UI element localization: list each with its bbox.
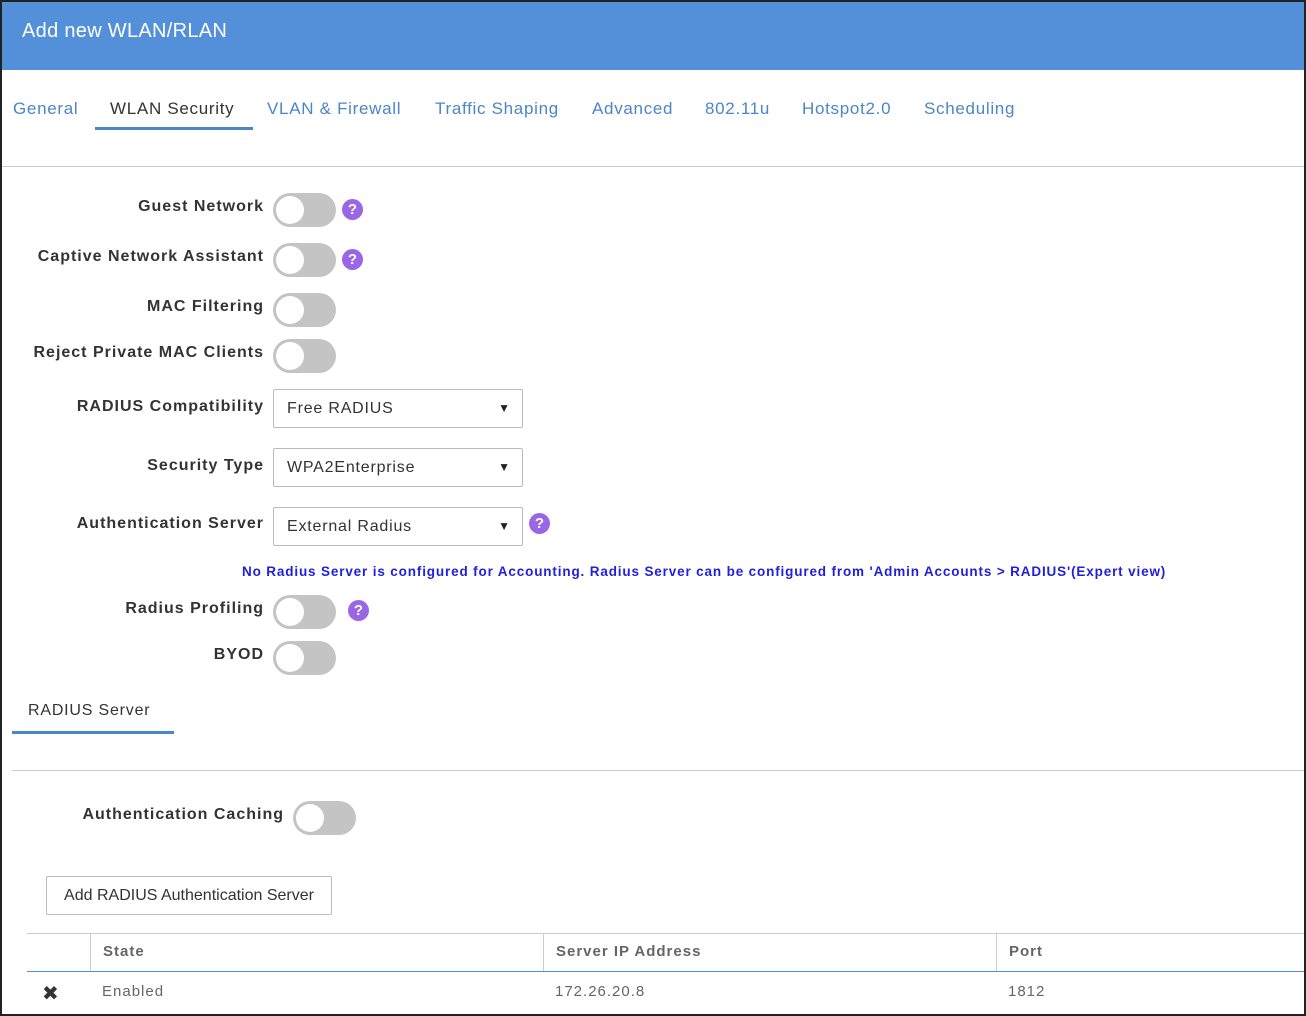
active-tab-indicator [95, 127, 253, 130]
dialog-title: Add new WLAN/RLAN [22, 20, 228, 42]
accounting-notice: No Radius Server is configured for Accou… [242, 564, 1167, 579]
tab-802-11u[interactable]: 802.11u [705, 99, 770, 119]
column-header-server-ip[interactable]: Server IP Address [556, 943, 701, 960]
guest-network-toggle[interactable] [273, 193, 336, 227]
column-separator [543, 933, 544, 971]
tab-vlan-firewall[interactable]: VLAN & Firewall [267, 99, 401, 119]
tab-traffic-shaping[interactable]: Traffic Shaping [435, 99, 559, 119]
section-divider [12, 770, 1304, 771]
radius-compatibility-label: RADIUS Compatibility [76, 398, 264, 415]
column-separator [996, 933, 997, 971]
authentication-caching-toggle[interactable] [293, 801, 356, 835]
row-server-ip: 172.26.20.8 [555, 983, 646, 1000]
byod-label: BYOD [213, 646, 264, 663]
question-circle-icon[interactable]: ? [342, 249, 363, 270]
tab-bar: General WLAN Security VLAN & Firewall Tr… [2, 70, 1304, 167]
authentication-server-select[interactable]: External Radius ▼ [273, 507, 523, 546]
radius-compatibility-select[interactable]: Free RADIUS ▼ [273, 389, 523, 428]
toggle-knob [276, 644, 304, 672]
caret-down-icon: ▼ [498, 401, 510, 415]
security-type-value: WPA2Enterprise [287, 459, 416, 476]
caret-down-icon: ▼ [498, 460, 510, 474]
radius-profiling-label: Radius Profiling [125, 600, 264, 617]
toggle-knob [276, 342, 304, 370]
authentication-server-value: External Radius [287, 518, 412, 535]
mac-filtering-label: MAC Filtering [147, 298, 264, 315]
toggle-knob [276, 296, 304, 324]
tab-scheduling[interactable]: Scheduling [924, 99, 1015, 119]
dialog-header: Add new WLAN/RLAN [2, 2, 1304, 70]
radius-profiling-toggle[interactable] [273, 595, 336, 629]
guest-network-label: Guest Network [138, 198, 264, 215]
question-circle-icon[interactable]: ? [348, 600, 369, 621]
reject-private-mac-label: Reject Private MAC Clients [33, 344, 264, 361]
add-radius-server-button[interactable]: Add RADIUS Authentication Server [46, 876, 332, 915]
captive-network-assistant-label: Captive Network Assistant [37, 248, 264, 265]
column-header-state[interactable]: State [103, 943, 145, 960]
caret-down-icon: ▼ [498, 519, 510, 533]
toggle-knob [276, 598, 304, 626]
byod-toggle[interactable] [273, 641, 336, 675]
reject-private-mac-toggle[interactable] [273, 339, 336, 373]
toggle-knob [276, 246, 304, 274]
tab-advanced[interactable]: Advanced [592, 99, 673, 119]
captive-network-assistant-toggle[interactable] [273, 243, 336, 277]
mac-filtering-toggle[interactable] [273, 293, 336, 327]
toggle-knob [296, 804, 324, 832]
active-subtab-indicator [12, 731, 174, 734]
tab-wlan-security[interactable]: WLAN Security [110, 99, 234, 119]
table-header-border [27, 971, 1304, 972]
tab-hotspot2[interactable]: Hotspot2.0 [802, 99, 891, 119]
security-type-select[interactable]: WPA2Enterprise ▼ [273, 448, 523, 487]
row-port: 1812 [1008, 983, 1046, 1000]
security-type-label: Security Type [147, 457, 264, 474]
column-header-port[interactable]: Port [1009, 943, 1043, 960]
authentication-caching-label: Authentication Caching [82, 806, 284, 823]
wlan-dialog: Add new WLAN/RLAN General WLAN Security … [0, 0, 1306, 1016]
radius-compatibility-value: Free RADIUS [287, 400, 394, 417]
toggle-knob [276, 196, 304, 224]
column-separator [90, 933, 91, 971]
tab-radius-server[interactable]: RADIUS Server [28, 702, 150, 720]
tab-general[interactable]: General [13, 99, 78, 119]
authentication-server-label: Authentication Server [76, 515, 264, 532]
row-state: Enabled [102, 983, 165, 1000]
table-top-border [27, 933, 1304, 934]
question-circle-icon[interactable]: ? [342, 199, 363, 220]
close-x-icon[interactable]: ✖ [42, 981, 59, 1006]
question-circle-icon[interactable]: ? [529, 513, 550, 534]
